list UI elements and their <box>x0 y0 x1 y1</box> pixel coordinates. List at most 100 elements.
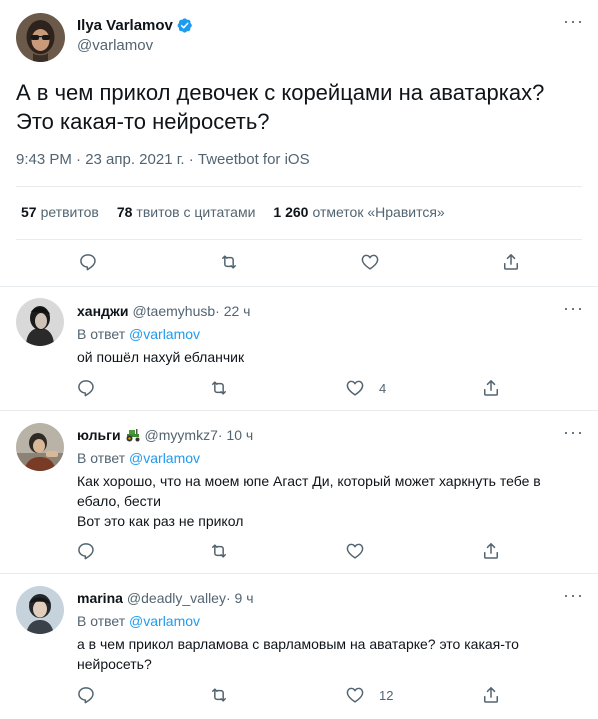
engagement-stats: 57 ретвитов 78 твитов с цитатами 1 260 отме… <box>21 204 463 220</box>
tractor-emoji <box>126 429 140 442</box>
reply-button[interactable] <box>76 378 96 398</box>
in-reply-handle-link[interactable]: @varlamov <box>129 613 200 629</box>
reply-button[interactable] <box>78 252 98 272</box>
author-handle[interactable]: @varlamov <box>77 37 153 54</box>
reply-button[interactable] <box>76 541 96 561</box>
reply-text: а в чем прикол варламова с варламовым на… <box>77 634 587 674</box>
likes-count: 1 260 <box>273 204 309 220</box>
author-avatar[interactable] <box>16 13 65 62</box>
reply-text-line: нейросеть? <box>77 656 152 672</box>
in-reply-to: В ответ @varlamov <box>77 613 200 629</box>
like-count: 4 <box>379 380 387 396</box>
in-reply-to: В ответ @varlamov <box>77 450 200 466</box>
reply-time[interactable]: · 10 ч <box>218 427 253 443</box>
like-button[interactable]: 12 <box>345 685 393 705</box>
more-icon[interactable]: ··· <box>563 423 584 441</box>
reply-action-bar <box>0 541 598 565</box>
reply-header: ханджи @taemyhusb · 22 ч <box>77 303 250 319</box>
reply-author-handle[interactable]: @taemyhusb <box>132 303 215 319</box>
share-button[interactable] <box>481 541 501 561</box>
more-icon[interactable]: ··· <box>563 586 584 604</box>
in-reply-handle-link[interactable]: @varlamov <box>129 450 200 466</box>
likes-stat[interactable]: 1 260 отметок «Нравится» <box>273 204 444 220</box>
like-button[interactable] <box>360 252 380 272</box>
retweet-button[interactable] <box>209 685 229 705</box>
reply-author-handle[interactable]: @deadly_valley <box>127 590 226 606</box>
share-icon <box>481 685 501 705</box>
reply-icon <box>78 252 98 272</box>
share-button[interactable] <box>481 378 501 398</box>
divider <box>16 186 582 187</box>
quotes-count: 78 <box>116 204 133 220</box>
retweet-icon <box>209 541 229 561</box>
reply-tweet: marina @deadly_valley · 9 ч ··· В ответ … <box>0 574 598 719</box>
in-reply-to: В ответ @varlamov <box>77 326 200 342</box>
reply-text: Как хорошо, что на моем юпе Агаст Ди, ко… <box>77 471 587 531</box>
reply-text-line: Вот это как раз не прикол <box>77 513 244 529</box>
like-button[interactable] <box>345 541 379 561</box>
verified-badge-icon <box>177 18 192 33</box>
in-reply-prefix: В ответ <box>77 326 130 342</box>
reply-text-line: ой пошёл нахуй ебланчик <box>77 349 245 365</box>
like-icon <box>345 685 365 705</box>
retweet-button[interactable] <box>209 541 229 561</box>
like-icon <box>345 541 365 561</box>
reply-icon <box>76 541 96 561</box>
tweet-text-line: А в чем прикол девочек с корейцами на ав… <box>16 80 545 105</box>
in-reply-prefix: В ответ <box>77 450 130 466</box>
reply-tweet: юльги @myymkz7 · 10 ч ··· В ответ @varla… <box>0 411 598 574</box>
tweet-source[interactable]: Tweetbot for iOS <box>198 151 310 168</box>
in-reply-prefix: В ответ <box>77 613 130 629</box>
reply-button[interactable] <box>76 685 96 705</box>
avatar[interactable] <box>16 298 64 346</box>
retweet-button[interactable] <box>219 252 239 272</box>
tweet-timestamp[interactable]: 9:43 PM · 23 апр. 2021 г. · <box>16 151 198 168</box>
reply-header: юльги @myymkz7 · 10 ч <box>77 427 253 443</box>
like-icon <box>345 378 365 398</box>
reply-author-handle[interactable]: @myymkz7 <box>145 427 218 443</box>
author-name[interactable]: Ilya Varlamov <box>77 17 173 34</box>
reply-action-bar: 12 <box>0 685 598 709</box>
share-icon <box>481 541 501 561</box>
reply-icon <box>76 685 96 705</box>
retweet-icon <box>219 252 239 272</box>
reply-author-name[interactable]: ханджи <box>77 303 128 319</box>
reply-text-line: а в чем прикол варламова с варламовым на… <box>77 636 519 652</box>
retweet-icon <box>209 685 229 705</box>
share-button[interactable] <box>501 252 521 272</box>
more-icon[interactable]: ··· <box>563 12 584 30</box>
avatar[interactable] <box>16 423 64 471</box>
reply-header: marina @deadly_valley · 9 ч <box>77 590 254 606</box>
reply-text: ой пошёл нахуй ебланчик <box>77 347 587 367</box>
reply-author-name[interactable]: юльги <box>77 427 121 443</box>
retweet-button[interactable] <box>209 378 229 398</box>
reply-action-bar: 4 <box>0 378 598 402</box>
like-button[interactable]: 4 <box>345 378 386 398</box>
like-icon <box>360 252 380 272</box>
author-name-line: Ilya Varlamov <box>77 17 193 34</box>
reply-time[interactable]: · 9 ч <box>226 590 254 606</box>
reply-text-line: Как хорошо, что на моем юпе Агаст Ди, ко… <box>77 473 541 489</box>
likes-label: отметок «Нравится» <box>312 204 445 220</box>
reply-icon <box>76 378 96 398</box>
tweet-meta: 9:43 PM · 23 апр. 2021 г. · Tweetbot for… <box>16 151 310 168</box>
reply-time[interactable]: · 22 ч <box>215 303 250 319</box>
share-icon <box>481 378 501 398</box>
reply-tweet: ханджи @taemyhusb · 22 ч ··· В ответ @va… <box>0 287 598 411</box>
retweets-label: ретвитов <box>40 204 99 220</box>
main-tweet: Ilya Varlamov @varlamov ··· А в чем прик… <box>0 0 598 287</box>
retweet-icon <box>209 378 229 398</box>
avatar[interactable] <box>16 586 64 634</box>
more-icon[interactable]: ··· <box>563 299 584 317</box>
reply-text-line: ебало, бести <box>77 493 161 509</box>
retweets-count: 57 <box>21 204 37 220</box>
retweets-stat[interactable]: 57 ретвитов <box>21 204 99 220</box>
in-reply-handle-link[interactable]: @varlamov <box>129 326 200 342</box>
quotes-label: твитов с цитатами <box>136 204 256 220</box>
divider <box>16 239 582 240</box>
main-action-bar <box>0 252 598 276</box>
share-button[interactable] <box>481 685 501 705</box>
reply-author-name[interactable]: marina <box>77 590 123 606</box>
tweet-text: А в чем прикол девочек с корейцами на ав… <box>16 78 586 136</box>
quotes-stat[interactable]: 78 твитов с цитатами <box>117 204 256 220</box>
